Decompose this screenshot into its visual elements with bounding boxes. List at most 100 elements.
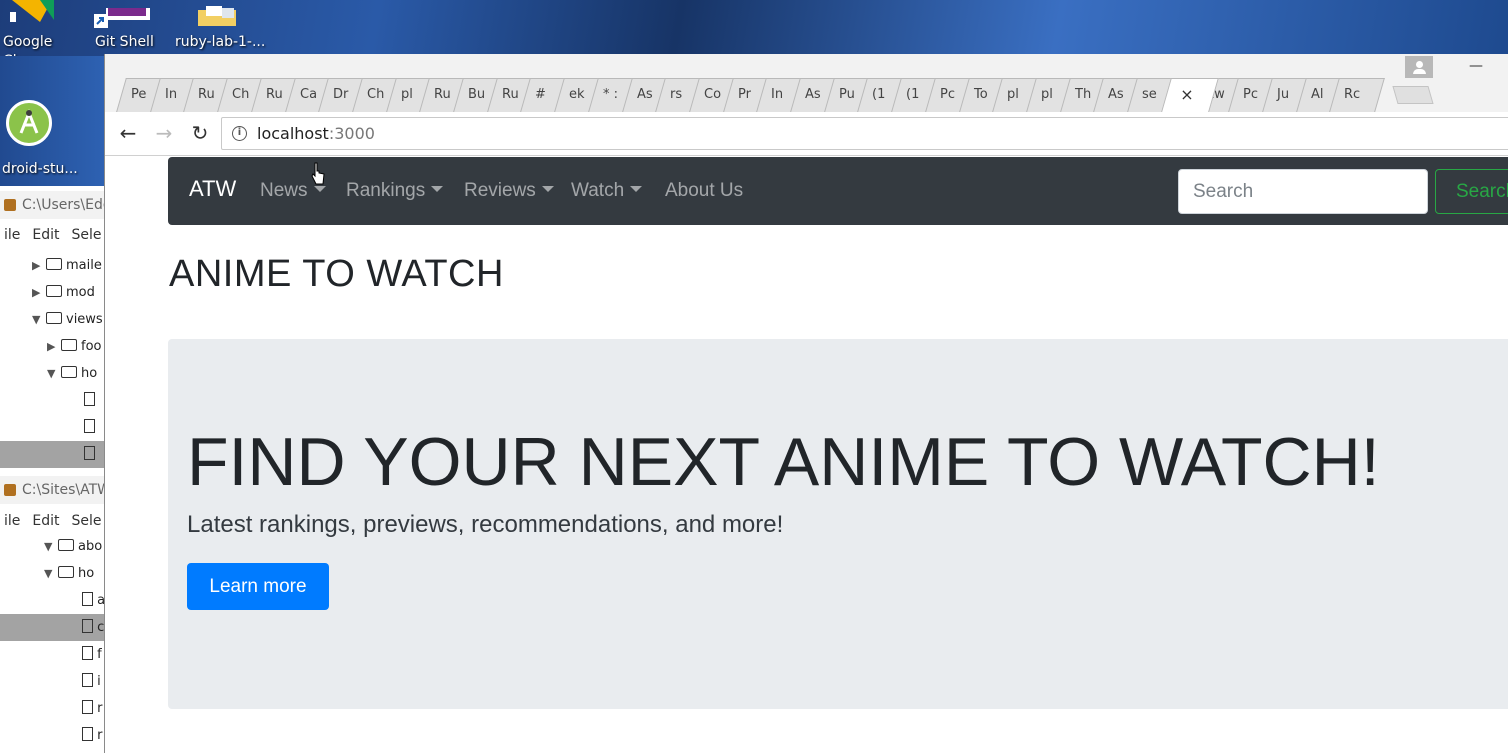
tab-title: se bbox=[1142, 87, 1157, 102]
hero-heading: FIND YOUR NEXT ANIME TO WATCH! bbox=[187, 424, 1380, 500]
tree-folder-home[interactable]: ▼ ho bbox=[0, 560, 106, 587]
tree-file-selected[interactable] bbox=[0, 441, 106, 468]
sublime-icon bbox=[4, 484, 16, 496]
hero-lead-text: Latest rankings, previews, recommendatio… bbox=[187, 511, 784, 538]
file-icon bbox=[82, 592, 93, 606]
folder-desktop-icon[interactable] bbox=[196, 6, 240, 28]
search-input[interactable] bbox=[1178, 169, 1428, 214]
android-studio-label: droid-stu... bbox=[2, 161, 78, 177]
folder-icon bbox=[46, 285, 62, 297]
editor-window-1-title[interactable]: C:\Users\Edo bbox=[0, 191, 106, 219]
menu-selection[interactable]: Sele bbox=[72, 227, 102, 243]
menu-file[interactable]: ile bbox=[4, 513, 20, 529]
menu-selection[interactable]: Sele bbox=[72, 513, 102, 529]
page-viewport: ATW News Rankings Reviews Watch About Us… bbox=[105, 157, 1508, 753]
tree-folder-home[interactable]: ▼ ho bbox=[0, 360, 106, 387]
folder-icon bbox=[46, 258, 62, 270]
tree-file[interactable]: r bbox=[0, 722, 106, 749]
tab-title: Ca bbox=[300, 87, 318, 102]
tab-title: Rc bbox=[1344, 87, 1361, 102]
tree-folder-foo[interactable]: ▶ foo bbox=[0, 333, 106, 360]
back-button[interactable]: ← bbox=[115, 120, 141, 146]
menu-edit[interactable]: Edit bbox=[32, 227, 59, 243]
navbar-brand[interactable]: ATW bbox=[189, 176, 236, 202]
url-text[interactable]: localhost:3000 bbox=[257, 124, 375, 143]
sublime-icon bbox=[4, 199, 16, 211]
caret-down-icon bbox=[431, 186, 444, 192]
hero-jumbotron: FIND YOUR NEXT ANIME TO WATCH! Latest ra… bbox=[168, 339, 1508, 709]
tab-title: Pe bbox=[131, 87, 147, 102]
file-icon bbox=[84, 419, 95, 433]
minimize-button[interactable]: — bbox=[1465, 58, 1487, 78]
tree-file[interactable]: i bbox=[0, 668, 106, 695]
tab-title: Al bbox=[1311, 87, 1324, 102]
editor-window-2-title[interactable]: C:\Sites\ATW bbox=[0, 476, 106, 504]
tree-file-selected[interactable]: c bbox=[0, 614, 106, 641]
tab-title: ek bbox=[569, 87, 585, 102]
tab-title: Th bbox=[1075, 87, 1092, 102]
tree-folder-models[interactable]: ▶ mod bbox=[0, 279, 106, 306]
search-button[interactable]: Search bbox=[1435, 169, 1508, 214]
tab-title: Ru bbox=[198, 87, 215, 102]
tab-title: As bbox=[805, 87, 821, 102]
info-icon[interactable]: i bbox=[232, 126, 247, 141]
nav-reviews-dropdown[interactable]: Reviews bbox=[464, 180, 554, 202]
tab-title: Ru bbox=[266, 87, 283, 102]
git-shell-desktop-icon[interactable] bbox=[94, 8, 152, 30]
tab-title: Dr bbox=[333, 87, 349, 102]
chrome-browser-window: Pe In Ru Ch Ru Ca Dr Ch pl Ru Bu Ru # ek * : As rs Co Pr In… bbox=[104, 54, 1508, 753]
caret-down-icon bbox=[541, 186, 554, 192]
nav-watch-dropdown[interactable]: Watch bbox=[571, 180, 643, 202]
tab-title: Bu bbox=[468, 87, 486, 102]
tree-file[interactable]: f bbox=[0, 641, 106, 668]
tab-active-close[interactable]: × bbox=[1161, 78, 1219, 112]
chrome-desktop-icon[interactable] bbox=[10, 0, 54, 24]
android-studio-icon[interactable] bbox=[6, 100, 52, 146]
tree-file[interactable] bbox=[0, 387, 106, 414]
close-icon[interactable]: × bbox=[1167, 79, 1207, 111]
expanded-arrow-icon: ▼ bbox=[44, 567, 53, 580]
collapsed-arrow-icon: ▶ bbox=[32, 259, 41, 272]
file-icon bbox=[82, 646, 93, 660]
file-icon bbox=[82, 700, 93, 714]
forward-button[interactable]: → bbox=[151, 120, 177, 146]
page-title: ANIME TO WATCH bbox=[169, 253, 504, 295]
tree-folder-mailers[interactable]: ▶ maile bbox=[0, 252, 106, 279]
menu-file[interactable]: ile bbox=[4, 227, 20, 243]
file-icon bbox=[84, 392, 95, 406]
editor-window-2-menu: ile Edit Sele bbox=[0, 508, 106, 534]
tab-title: In bbox=[165, 87, 178, 102]
hand-cursor-icon bbox=[311, 162, 325, 185]
menu-edit[interactable]: Edit bbox=[32, 513, 59, 529]
address-toolbar: ← → ↻ i localhost:3000 ⌄ bbox=[105, 112, 1508, 156]
tree-file[interactable]: a bbox=[0, 587, 106, 614]
nav-about-us-link[interactable]: About Us bbox=[665, 180, 743, 202]
tree-file[interactable] bbox=[0, 414, 106, 441]
file-icon bbox=[82, 727, 93, 741]
tree-folder-about[interactable]: ▼ abo bbox=[0, 533, 106, 560]
tab-title: Pc bbox=[1243, 87, 1258, 102]
caret-down-icon bbox=[630, 186, 643, 192]
tab-title: pl bbox=[1041, 87, 1053, 102]
browser-tab[interactable]: Rc bbox=[1329, 78, 1385, 112]
file-icon bbox=[82, 619, 93, 633]
file-icon bbox=[84, 446, 95, 460]
nav-rankings-dropdown[interactable]: Rankings bbox=[346, 180, 444, 202]
tab-title: Ju bbox=[1277, 87, 1290, 102]
tab-title: (1 bbox=[872, 87, 886, 102]
learn-more-button[interactable]: Learn more bbox=[187, 563, 329, 610]
expanded-arrow-icon: ▼ bbox=[47, 367, 56, 380]
reload-button[interactable]: ↻ bbox=[187, 120, 213, 146]
site-navbar: ATW News Rankings Reviews Watch About Us… bbox=[168, 157, 1508, 225]
new-tab-button[interactable] bbox=[1392, 86, 1434, 104]
tab-title: Ru bbox=[434, 87, 451, 102]
open-folder-icon bbox=[58, 539, 74, 551]
profile-avatar-icon[interactable] bbox=[1405, 56, 1433, 78]
address-bar[interactable]: i localhost:3000 ⌄ bbox=[221, 117, 1508, 150]
tree-file[interactable]: r bbox=[0, 695, 106, 722]
tab-title: To bbox=[974, 87, 988, 102]
expanded-arrow-icon: ▼ bbox=[44, 540, 53, 553]
tree-folder-views[interactable]: ▼ views bbox=[0, 306, 106, 333]
desktop-background-lower: droid-stu... bbox=[0, 56, 106, 186]
open-folder-icon bbox=[61, 366, 77, 378]
